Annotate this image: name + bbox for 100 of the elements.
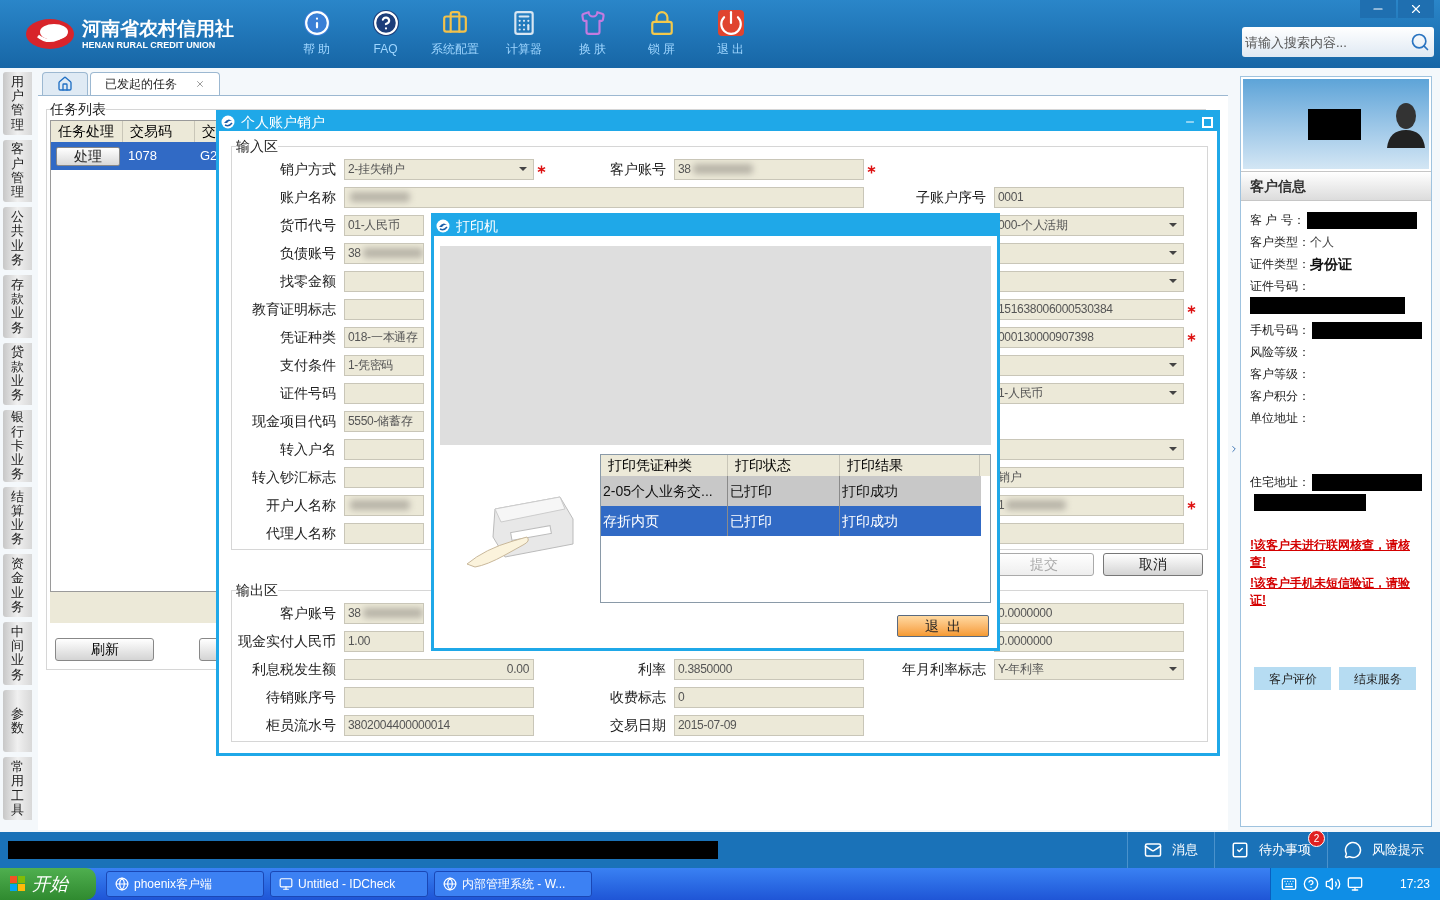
input-field[interactable]: 2015-07-09	[674, 714, 864, 736]
chat-icon	[1344, 841, 1362, 859]
side-tab[interactable]: 贷款业务	[3, 342, 32, 406]
field-label: 销户方式	[280, 161, 336, 177]
keyboard-icon[interactable]	[1281, 876, 1297, 892]
input-field[interactable]	[344, 270, 424, 292]
process-button[interactable]: 处理	[56, 146, 120, 166]
field-label: 利息税发生额	[252, 661, 336, 677]
monitor-icon	[279, 877, 293, 891]
warning-link[interactable]: !该客户手机未短信验证，请验证!	[1250, 575, 1422, 609]
mail-icon	[1144, 841, 1162, 859]
input-field[interactable]	[344, 298, 424, 320]
minimize-icon[interactable]	[1360, 0, 1396, 18]
input-field[interactable]: 1.00	[344, 630, 424, 652]
dropdown-field[interactable]: 2-挂失销户	[344, 158, 534, 180]
panel-button[interactable]: 结束服务	[1339, 667, 1416, 690]
table-cell: 已打印	[728, 506, 840, 536]
info-label: 手机号码：	[1250, 322, 1310, 339]
globe-icon	[115, 877, 129, 891]
field-label: 教育证明标志	[252, 301, 336, 317]
shirt-icon	[579, 10, 606, 36]
panel-button[interactable]: 客户评价	[1254, 667, 1331, 690]
maximize-icon[interactable]	[1202, 116, 1213, 128]
input-field[interactable]: 5550-储蓄存	[344, 410, 424, 432]
side-tab[interactable]: 中间业务	[3, 622, 32, 685]
home-icon	[57, 76, 73, 92]
section-title: 输出区	[236, 581, 278, 599]
close-icon[interactable]	[1398, 0, 1434, 18]
taskbar-item[interactable]: phoenix客户端	[106, 871, 264, 897]
toolbar-button[interactable]: 换 肤	[558, 10, 627, 58]
start-button[interactable]: 开始	[0, 868, 96, 900]
logo-title: 河南省农村信用社	[82, 17, 234, 40]
input-field[interactable]: 38	[674, 158, 864, 180]
input-field[interactable]: 3802004400000014	[344, 714, 534, 736]
warning-link[interactable]: !该客户未进行联网核查，请核查!	[1250, 537, 1422, 571]
page-tab[interactable]: 已发起的任务	[90, 72, 220, 95]
input-field[interactable]: 0.3850000	[674, 658, 864, 680]
caret-icon	[1169, 363, 1177, 367]
side-tab[interactable]: 常用工具	[3, 757, 32, 821]
toolbar-button[interactable]: 帮 助	[282, 10, 351, 58]
field-label: 利率	[638, 661, 666, 677]
exit-button[interactable]: 退 出	[897, 615, 989, 637]
taskbar-item[interactable]: 内部管理系统 - W...	[434, 871, 592, 897]
help-icon[interactable]	[1303, 876, 1319, 892]
side-tab[interactable]: 银行卡业务	[3, 410, 32, 482]
info-icon	[303, 10, 330, 36]
field-label: 凭证种类	[280, 329, 336, 345]
caret-icon	[1169, 279, 1177, 283]
app-logo-icon	[221, 115, 235, 129]
input-field[interactable]	[344, 382, 424, 404]
side-tab[interactable]: 公共业务	[3, 207, 32, 270]
side-tab[interactable]: 结算业务	[3, 486, 32, 550]
side-tab[interactable]: 存款业务	[3, 274, 32, 338]
field-label: 年月利率标志	[902, 661, 986, 677]
field-label: 客户账号	[610, 161, 666, 177]
search-field[interactable]: 请输入搜索内容...	[1242, 27, 1434, 57]
side-tab[interactable]: 用户管理	[3, 72, 32, 135]
dropdown-field[interactable]: Y-年利率	[994, 658, 1184, 680]
speaker-icon[interactable]	[1325, 876, 1341, 892]
input-field[interactable]: 0.0000000	[994, 630, 1184, 652]
field-label: 证件号码	[280, 385, 336, 401]
input-field[interactable]: 0.00	[344, 658, 534, 680]
toolbar-button[interactable]: 退 出	[696, 10, 765, 58]
input-field[interactable]: 0	[674, 686, 864, 708]
dialog-button[interactable]: 取消	[1103, 553, 1203, 576]
close-icon[interactable]	[195, 79, 205, 89]
input-field[interactable]: 38	[344, 602, 424, 624]
print-job-row[interactable]: 存折内页 已打印 打印成功	[601, 506, 981, 536]
print-job-row[interactable]: 2-05个人业务交... 已打印 打印成功	[601, 476, 981, 506]
input-field[interactable]	[344, 438, 424, 460]
toolbar-button[interactable]: FAQ	[351, 10, 420, 58]
field-label: 现金项目代码	[252, 413, 336, 429]
table-cell: 存折内页	[601, 506, 728, 536]
input-field[interactable]: 38	[344, 242, 424, 264]
toolbar-button[interactable]: 系统配置	[420, 10, 489, 58]
side-tab[interactable]: 资金业务	[3, 554, 32, 618]
search-icon[interactable]	[1410, 32, 1430, 52]
field-label: 现金实付人民币	[238, 633, 336, 649]
app-logo-icon	[436, 219, 450, 233]
info-value: 个人	[1310, 234, 1334, 251]
toolbar-button[interactable]: 锁 屏	[627, 10, 696, 58]
input-field[interactable]: 018-一本通存	[344, 326, 424, 348]
input-field[interactable]: 0001	[994, 186, 1184, 208]
input-field[interactable]: 1-凭密码	[344, 354, 424, 376]
input-field[interactable]	[344, 466, 424, 488]
panel-title: 客户信息	[1250, 176, 1306, 196]
toolbar-button[interactable]: 计算器	[489, 10, 558, 58]
side-tab[interactable]: 参数	[3, 689, 32, 753]
refresh-button[interactable]: 刷新	[55, 638, 154, 661]
taskbar-item[interactable]: Untitled - IDCheck	[270, 871, 428, 897]
input-field[interactable]	[344, 494, 424, 516]
side-tab[interactable]: 客户管理	[3, 139, 32, 203]
input-field[interactable]	[344, 186, 864, 208]
home-tab[interactable]	[42, 72, 88, 95]
input-field[interactable]: 01-人民币	[344, 214, 424, 236]
field-label: 开户人名称	[266, 497, 336, 513]
input-field[interactable]	[344, 686, 534, 708]
table-cell-text: G2	[199, 147, 219, 166]
info-label: 客户类型：	[1250, 234, 1310, 251]
input-field[interactable]	[344, 522, 424, 544]
